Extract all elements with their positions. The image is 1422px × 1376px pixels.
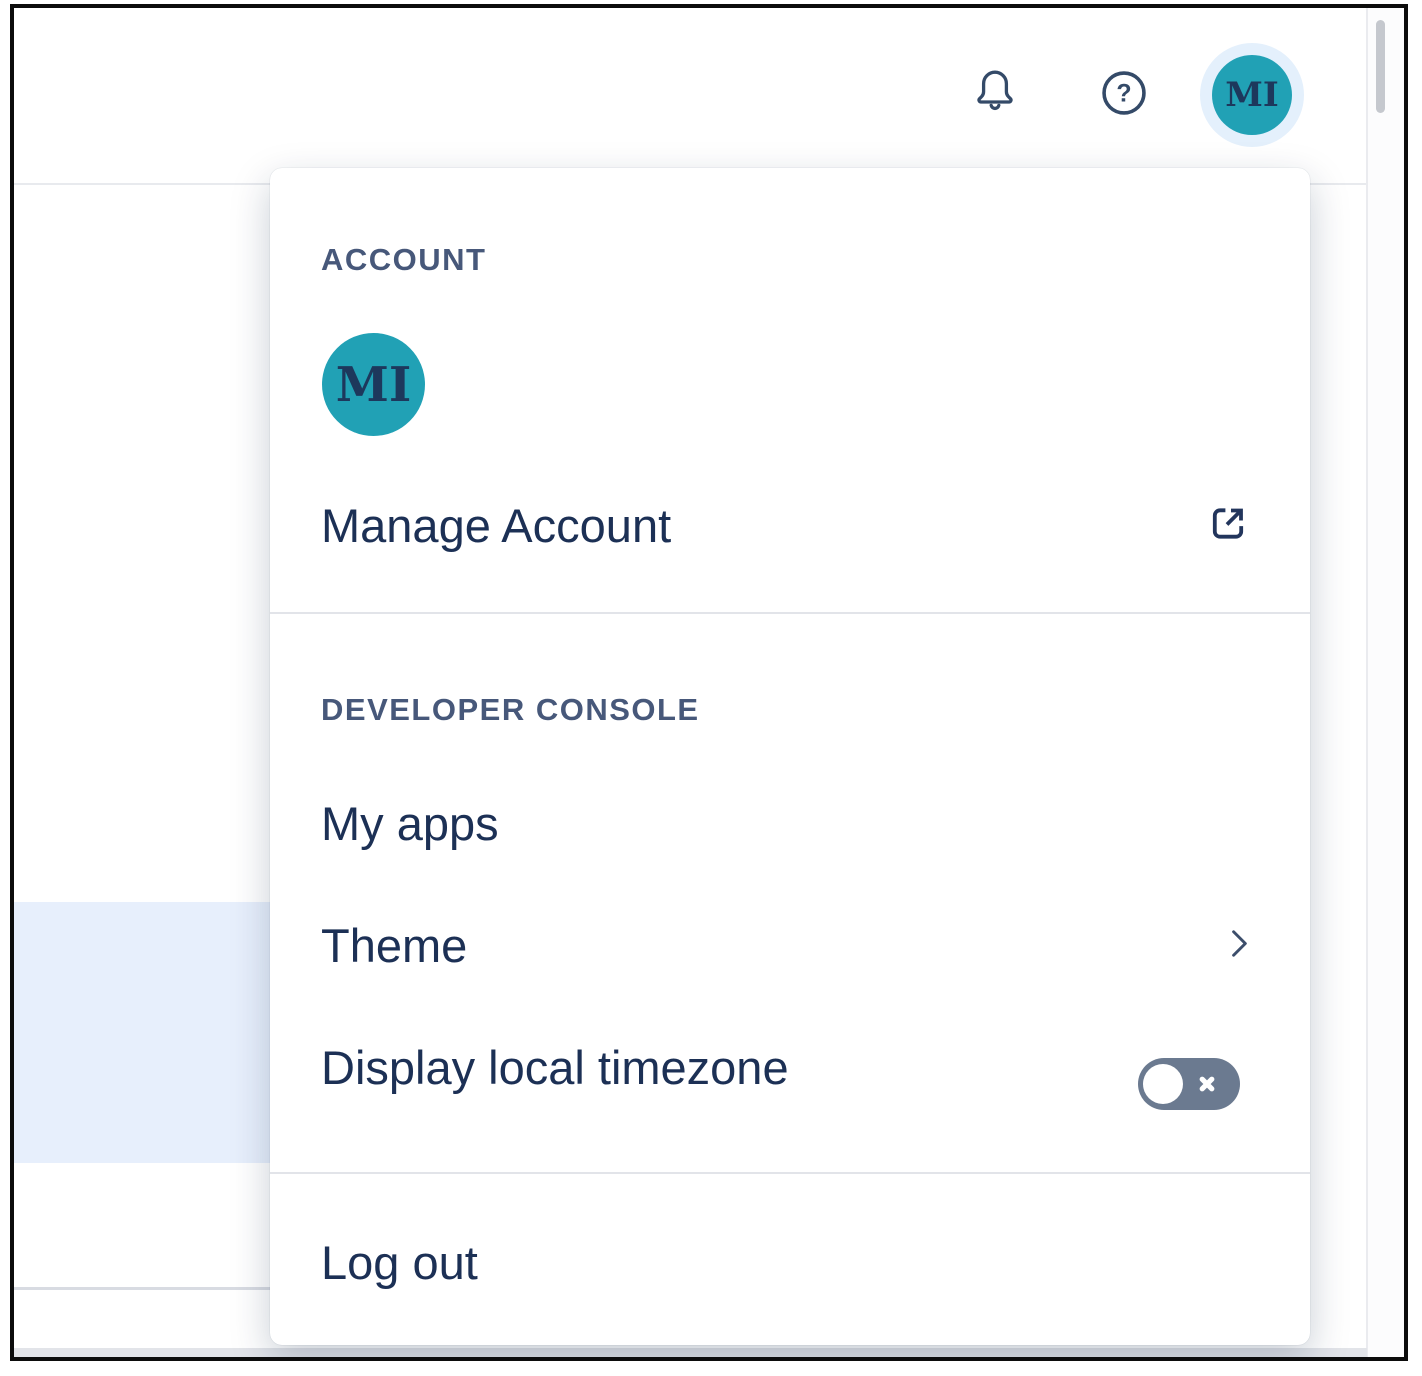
avatar-large: MI	[322, 333, 425, 436]
account-dropdown-menu: ACCOUNT MI Manage Account DEVELOPER CONS…	[270, 168, 1310, 1345]
avatar-initials: MI	[1225, 75, 1279, 115]
avatar-large-initials: MI	[336, 357, 412, 413]
menu-item-manage-account[interactable]: Manage Account	[270, 497, 1310, 553]
app-window: ? MI ACCOUNT MI Manage Account	[10, 4, 1408, 1361]
toggle-off-x-icon	[1196, 1073, 1218, 1098]
scrollbar-thumb[interactable]	[1376, 20, 1385, 113]
svg-text:?: ?	[1116, 79, 1131, 107]
menu-item-label: My apps	[321, 796, 499, 851]
section-heading-developer-console: DEVELOPER CONSOLE	[321, 692, 700, 728]
menu-item-label: Display local timezone	[321, 1040, 789, 1095]
background-row-divider	[14, 1287, 272, 1290]
menu-divider	[270, 612, 1310, 614]
background-selected-row	[14, 902, 272, 1163]
help-button[interactable]: ?	[1098, 67, 1150, 119]
menu-item-label: Theme	[321, 918, 467, 973]
menu-item-theme[interactable]: Theme	[270, 917, 1310, 973]
menu-divider	[270, 1172, 1310, 1174]
avatar: MI	[1212, 55, 1292, 135]
background-footer-strip	[14, 1348, 1367, 1357]
section-heading-account: ACCOUNT	[321, 242, 487, 278]
notifications-button[interactable]	[971, 66, 1019, 114]
menu-item-label: Log out	[321, 1235, 478, 1290]
scrollbar-track	[1368, 8, 1404, 1357]
menu-item-display-local-timezone[interactable]: Display local timezone	[270, 1039, 1310, 1095]
scrollbar-track-border	[1366, 8, 1368, 1357]
menu-item-label: Manage Account	[321, 498, 671, 553]
bell-icon	[971, 102, 1019, 117]
menu-item-my-apps[interactable]: My apps	[270, 795, 1310, 851]
external-link-icon	[1204, 500, 1252, 551]
question-mark-icon: ?	[1098, 107, 1150, 122]
menu-item-log-out[interactable]: Log out	[270, 1234, 1310, 1290]
toggle-knob	[1143, 1064, 1183, 1104]
timezone-toggle[interactable]	[1138, 1058, 1240, 1110]
account-avatar-button[interactable]: MI	[1200, 43, 1304, 147]
chevron-right-icon	[1216, 922, 1260, 969]
